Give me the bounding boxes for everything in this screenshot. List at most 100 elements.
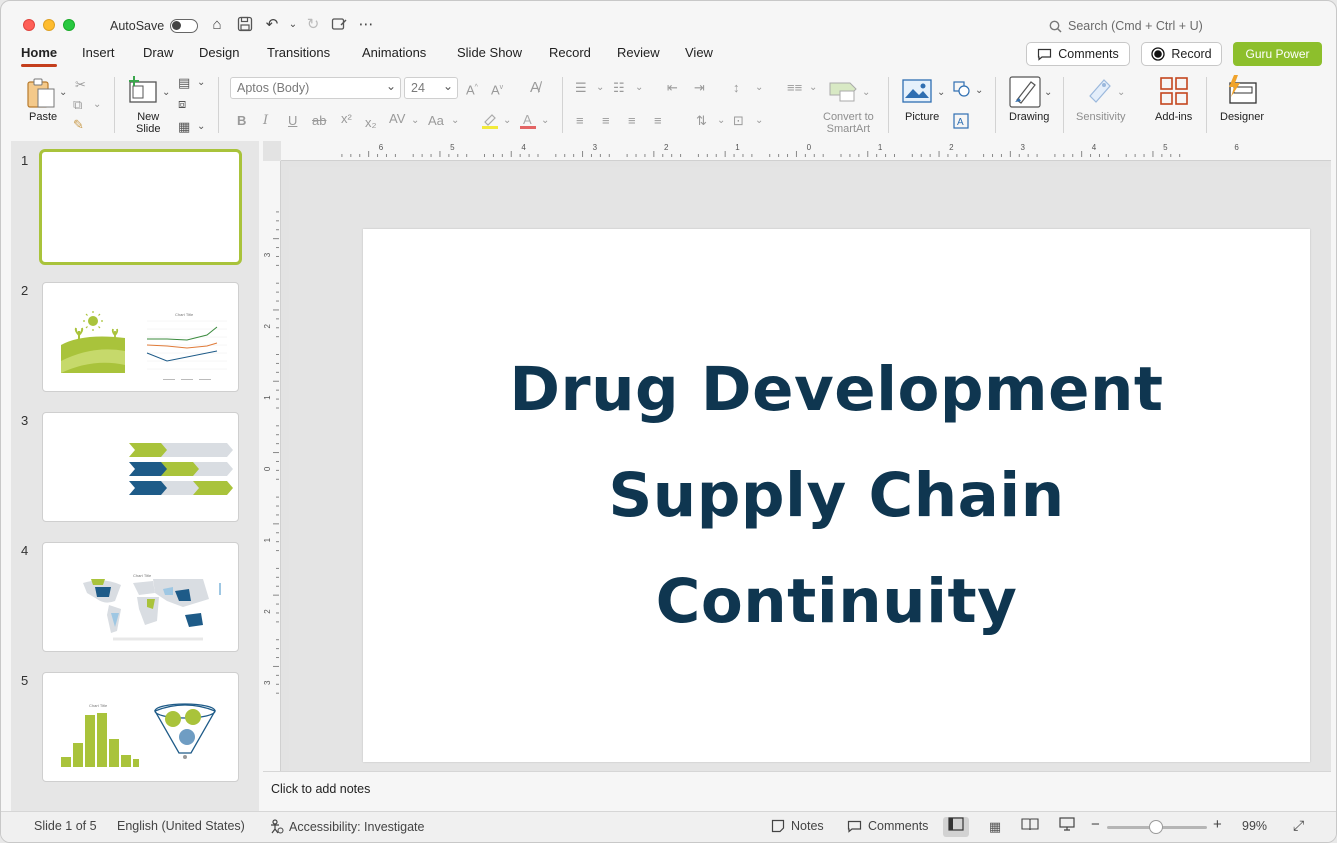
- guru-power-button[interactable]: Guru Power: [1233, 42, 1322, 66]
- language-indicator[interactable]: English (United States): [117, 819, 245, 833]
- close-window-button[interactable]: [23, 19, 35, 31]
- bullets-icon[interactable]: ☰: [575, 80, 587, 96]
- bold-icon[interactable]: B: [237, 113, 246, 129]
- text-direction-icon[interactable]: ⇅: [696, 113, 707, 129]
- redo-icon[interactable]: ↻: [304, 16, 322, 34]
- copy-dropdown-icon[interactable]: ⌄: [93, 97, 101, 113]
- format-painter-icon[interactable]: ✎: [73, 117, 84, 133]
- slide-editor[interactable]: 6 5 4 3 2 1 0 1 2 3 4 5 6 3 2 1 0 1 2 3 Drug Development S…: [263, 141, 1331, 771]
- notes-pane[interactable]: Click to add notes: [263, 771, 1331, 811]
- tab-draw[interactable]: Draw: [143, 45, 173, 60]
- search-box[interactable]: Search (Cmd + Ctrl + U): [1049, 19, 1203, 33]
- underline-icon[interactable]: U: [288, 113, 297, 129]
- tab-slide-show[interactable]: Slide Show: [457, 45, 522, 60]
- tab-transitions[interactable]: Transitions: [267, 45, 330, 60]
- tab-design[interactable]: Design: [199, 45, 239, 60]
- zoom-window-button[interactable]: [63, 19, 75, 31]
- layout-dropdown-icon[interactable]: ⌄: [197, 75, 205, 91]
- align-right-icon[interactable]: ≡: [628, 113, 636, 129]
- align-text-icon[interactable]: ⊡: [733, 113, 744, 129]
- slide-show-view-button[interactable]: [1054, 817, 1080, 837]
- align-text-dropdown-icon[interactable]: ⌄: [755, 113, 763, 129]
- decrease-font-icon[interactable]: Av: [491, 80, 503, 98]
- slide-sorter-button[interactable]: ▦: [982, 817, 1008, 837]
- notes-placeholder[interactable]: Click to add notes: [271, 782, 370, 796]
- text-box-icon[interactable]: A: [953, 113, 969, 133]
- thumbnail-slide-2[interactable]: Chart Title: [42, 282, 239, 392]
- zoom-in-button[interactable]: +: [1213, 816, 1222, 833]
- tab-animations[interactable]: Animations: [362, 45, 426, 60]
- layout-icon[interactable]: ▤: [178, 75, 190, 91]
- character-spacing-icon[interactable]: AV: [389, 111, 405, 127]
- reset-slide-icon[interactable]: ⧈: [178, 96, 186, 112]
- tab-record[interactable]: Record: [549, 45, 591, 60]
- tab-home[interactable]: Home: [21, 45, 58, 67]
- thumbnail-slide-3[interactable]: [42, 412, 239, 522]
- italic-icon[interactable]: I: [263, 113, 268, 129]
- comments-toggle-button[interactable]: Comments: [847, 819, 928, 833]
- bullets-dropdown-icon[interactable]: ⌄: [596, 80, 604, 96]
- increase-font-icon[interactable]: A^: [466, 80, 478, 98]
- fit-to-window-icon[interactable]: ⤢: [1293, 817, 1304, 834]
- drawing-dropdown-icon[interactable]: ⌄: [1044, 85, 1052, 101]
- zoom-level[interactable]: 99%: [1242, 819, 1267, 833]
- shapes-icon[interactable]: [953, 81, 971, 101]
- change-case-icon[interactable]: Aa: [428, 113, 444, 129]
- decrease-indent-icon[interactable]: ⇤: [667, 80, 678, 96]
- cut-icon[interactable]: ✂: [75, 77, 86, 93]
- copy-icon[interactable]: ⧉: [73, 97, 82, 113]
- align-center-icon[interactable]: ≡: [602, 113, 610, 129]
- paste-dropdown-icon[interactable]: ⌄: [59, 85, 67, 101]
- line-spacing-icon[interactable]: ↕: [733, 80, 740, 96]
- new-slide-dropdown-icon[interactable]: ⌄: [162, 85, 170, 101]
- more-options-icon[interactable]: ⋯: [357, 16, 375, 34]
- clear-formatting-icon[interactable]: A̸: [530, 80, 540, 96]
- change-case-dropdown-icon[interactable]: ⌄: [451, 113, 459, 129]
- undo-dropdown-icon[interactable]: ⌄: [284, 16, 302, 34]
- font-size-select[interactable]: 24: [404, 76, 458, 99]
- superscript-icon[interactable]: x²: [341, 111, 352, 127]
- undo-icon[interactable]: ↶: [263, 16, 281, 34]
- sensitivity-button[interactable]: [1086, 76, 1114, 109]
- designer-button[interactable]: [1226, 75, 1258, 108]
- line-spacing-dropdown-icon[interactable]: ⌄: [755, 80, 763, 96]
- numbering-dropdown-icon[interactable]: ⌄: [635, 80, 643, 96]
- shapes-dropdown-icon[interactable]: ⌄: [975, 83, 983, 99]
- drawing-button[interactable]: [1009, 76, 1041, 111]
- highlight-icon[interactable]: [481, 111, 499, 133]
- save-icon[interactable]: [236, 16, 254, 34]
- slide-thumbnail-pane[interactable]: 1 2 Chart Title 3 4 Chart Title 5 Chart …: [11, 141, 259, 811]
- justify-icon[interactable]: ≡: [654, 113, 662, 129]
- picture-button[interactable]: [902, 78, 932, 107]
- comments-button[interactable]: Comments: [1026, 42, 1130, 66]
- home-icon[interactable]: ⌂: [208, 16, 226, 34]
- record-button[interactable]: Record: [1141, 42, 1222, 66]
- font-name-select[interactable]: Aptos (Body): [230, 76, 401, 99]
- section-icon[interactable]: ▦: [178, 119, 190, 135]
- notes-toggle-button[interactable]: Notes: [771, 819, 824, 833]
- tab-view[interactable]: View: [685, 45, 713, 60]
- current-slide[interactable]: Drug Development Supply Chain Continuity: [363, 229, 1310, 762]
- tab-review[interactable]: Review: [617, 45, 660, 60]
- character-spacing-dropdown-icon[interactable]: ⌄: [411, 113, 419, 129]
- reading-view-button[interactable]: [1017, 817, 1043, 837]
- thumbnail-slide-4[interactable]: Chart Title: [42, 542, 239, 652]
- minimize-window-button[interactable]: [43, 19, 55, 31]
- numbering-icon[interactable]: ☷: [613, 80, 625, 96]
- zoom-out-button[interactable]: −: [1091, 816, 1100, 833]
- tab-insert[interactable]: Insert: [82, 45, 115, 60]
- new-slide-button[interactable]: [128, 76, 160, 109]
- subscript-icon[interactable]: x₂: [365, 115, 377, 131]
- strikethrough-icon[interactable]: ab: [312, 113, 326, 129]
- text-direction-dropdown-icon[interactable]: ⌄: [717, 113, 725, 129]
- addins-button[interactable]: [1160, 77, 1188, 108]
- columns-dropdown-icon[interactable]: ⌄: [809, 80, 817, 96]
- accessibility-status[interactable]: Accessibility: Investigate: [269, 819, 424, 834]
- smartart-dropdown-icon[interactable]: ⌄: [862, 85, 870, 101]
- zoom-slider-handle[interactable]: [1149, 820, 1163, 834]
- increase-indent-icon[interactable]: ⇥: [694, 80, 705, 96]
- thumbnail-slide-1[interactable]: [39, 149, 242, 265]
- thumbnail-slide-5[interactable]: Chart Title: [42, 672, 239, 782]
- paste-button[interactable]: [25, 77, 57, 112]
- slide-title[interactable]: Drug Development Supply Chain Continuity: [363, 337, 1310, 655]
